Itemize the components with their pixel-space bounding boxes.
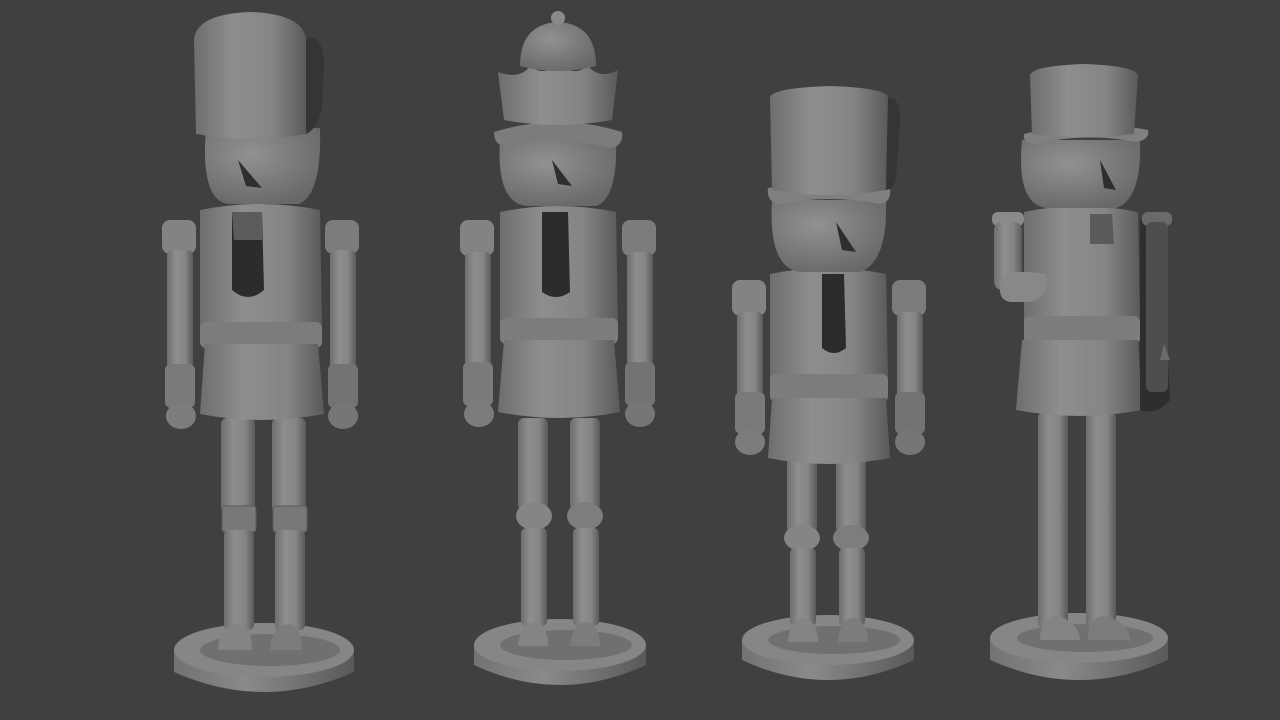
figure-4-base xyxy=(990,613,1168,680)
figure-2-base xyxy=(474,619,646,685)
nutcracker-render xyxy=(0,0,1280,720)
figure-1-head xyxy=(194,12,324,204)
figure-1-torso xyxy=(200,204,324,420)
figure-4-head xyxy=(1021,64,1149,208)
figure-1-base xyxy=(174,623,354,692)
render-viewport xyxy=(0,0,1280,720)
figure-3-torso xyxy=(768,268,890,464)
figure-3-head xyxy=(767,86,900,272)
figure-2-torso xyxy=(498,206,620,418)
